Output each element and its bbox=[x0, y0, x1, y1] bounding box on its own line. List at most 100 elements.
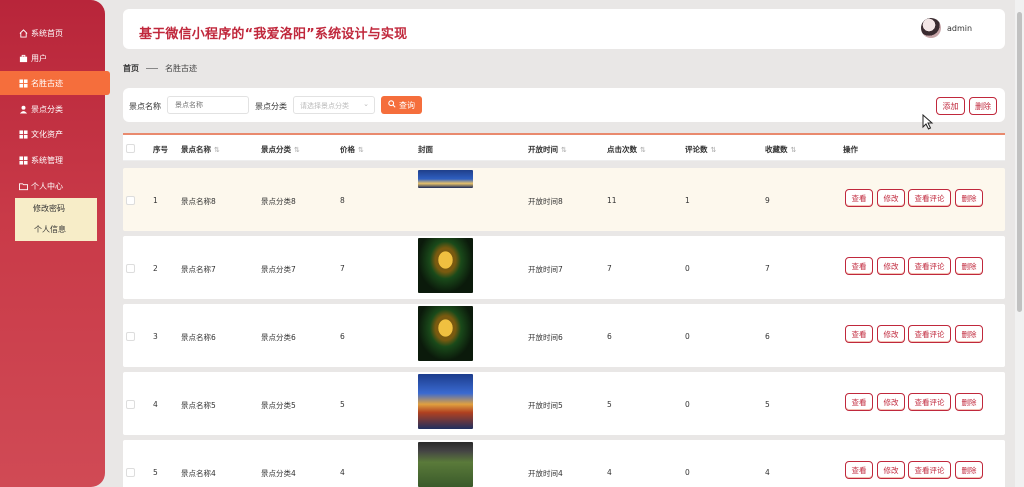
table-row: 1 景点名称8 景点分类8 8 开放时间8 11 1 9 查看 修改 查看评论 … bbox=[123, 168, 1005, 231]
column-header-open-time[interactable]: 开放时间 ⇅ bbox=[528, 144, 567, 155]
sort-icon[interactable]: ⇅ bbox=[358, 146, 364, 154]
cell-name: 景点名称5 bbox=[181, 401, 216, 410]
view-comments-button[interactable]: 查看评论 bbox=[908, 189, 951, 207]
cover-image[interactable] bbox=[418, 170, 473, 188]
name-search-input[interactable] bbox=[167, 96, 249, 114]
sidebar-item-categories[interactable]: 景点分类 bbox=[0, 97, 105, 121]
sidebar-item-label: 系统首页 bbox=[31, 28, 63, 38]
avatar[interactable] bbox=[921, 18, 941, 38]
cover-image[interactable] bbox=[418, 374, 473, 429]
cell-favorites: 4 bbox=[765, 468, 770, 477]
category-filter-label: 景点分类 bbox=[255, 102, 287, 111]
table-header: 序号 景点名称 ⇅ 景点分类 ⇅ 价格 ⇅ 封面 开放时间 ⇅ 点击次数 ⇅ 评论数 ⇅ 收… bbox=[123, 133, 1005, 161]
sidebar-item-home[interactable]: 系统首页 bbox=[0, 21, 105, 45]
username[interactable]: admin bbox=[947, 24, 972, 33]
submenu-item-change-password[interactable]: 修改密码 bbox=[15, 198, 97, 219]
sidebar-item-cultural-assets[interactable]: 文化资产 bbox=[0, 122, 105, 146]
column-header-price[interactable]: 价格 ⇅ bbox=[340, 144, 364, 155]
sort-icon[interactable]: ⇅ bbox=[791, 146, 797, 154]
column-header-category-label: 景点分类 bbox=[261, 145, 291, 154]
cell-price: 5 bbox=[340, 400, 345, 409]
delete-button[interactable]: 删除 bbox=[955, 393, 983, 411]
column-header-clicks-label: 点击次数 bbox=[607, 145, 637, 154]
sidebar: 系统首页 用户 名胜古迹 景点分类 文化资产 系统管理 个人中心 修改密码 个人… bbox=[0, 0, 110, 487]
cell-comments: 0 bbox=[685, 264, 690, 273]
name-filter-label: 景点名称 bbox=[129, 102, 161, 111]
cell-name: 景点名称6 bbox=[181, 333, 216, 342]
cell-index: 2 bbox=[153, 264, 158, 273]
row-checkbox[interactable] bbox=[126, 196, 135, 205]
chevron-down-icon: ⌄ bbox=[363, 100, 369, 108]
sidebar-item-label: 名胜古迹 bbox=[31, 78, 63, 88]
query-button-label: 查询 bbox=[399, 100, 415, 110]
edit-button[interactable]: 修改 bbox=[877, 393, 905, 411]
view-button[interactable]: 查看 bbox=[845, 189, 873, 207]
row-checkbox[interactable] bbox=[126, 264, 135, 273]
row-checkbox[interactable] bbox=[126, 468, 135, 477]
category-select[interactable]: 请选择景点分类 ⌄ bbox=[293, 96, 375, 114]
sidebar-item-personal-center[interactable]: 个人中心 bbox=[0, 174, 105, 198]
sidebar-item-scenic-spots[interactable]: 名胜古迹 bbox=[0, 71, 110, 95]
delete-button[interactable]: 删除 bbox=[955, 257, 983, 275]
cell-comments: 0 bbox=[685, 468, 690, 477]
column-header-name[interactable]: 景点名称 ⇅ bbox=[181, 144, 220, 155]
sidebar-item-users[interactable]: 用户 bbox=[0, 46, 105, 70]
cell-comments: 0 bbox=[685, 332, 690, 341]
column-header-comments[interactable]: 评论数 ⇅ bbox=[685, 144, 716, 155]
home-icon bbox=[18, 28, 28, 38]
row-checkbox[interactable] bbox=[126, 400, 135, 409]
edit-button[interactable]: 修改 bbox=[877, 461, 905, 479]
scrollbar-thumb[interactable] bbox=[1017, 12, 1022, 312]
cell-name: 景点名称8 bbox=[181, 197, 216, 206]
cell-category: 景点分类8 bbox=[261, 197, 296, 206]
page-title: 基于微信小程序的“我爱洛阳”系统设计与实现 bbox=[139, 27, 408, 42]
submenu-item-profile[interactable]: 个人信息 bbox=[15, 219, 97, 240]
column-header-index: 序号 bbox=[153, 145, 168, 154]
query-button[interactable]: 查询 bbox=[381, 96, 422, 114]
view-button[interactable]: 查看 bbox=[845, 461, 873, 479]
cell-category: 景点分类5 bbox=[261, 401, 296, 410]
edit-button[interactable]: 修改 bbox=[877, 325, 905, 343]
view-comments-button[interactable]: 查看评论 bbox=[908, 393, 951, 411]
column-header-clicks[interactable]: 点击次数 ⇅ bbox=[607, 144, 646, 155]
view-button[interactable]: 查看 bbox=[845, 257, 873, 275]
delete-button[interactable]: 删除 bbox=[955, 461, 983, 479]
column-header-favorites[interactable]: 收藏数 ⇅ bbox=[765, 144, 796, 155]
column-header-category[interactable]: 景点分类 ⇅ bbox=[261, 144, 300, 155]
sort-icon[interactable]: ⇅ bbox=[561, 146, 567, 154]
edit-button[interactable]: 修改 bbox=[877, 189, 905, 207]
breadcrumb-current: 名胜古迹 bbox=[165, 64, 197, 73]
delete-button[interactable]: 删除 bbox=[955, 325, 983, 343]
search-icon bbox=[388, 100, 396, 110]
sidebar-item-system-management[interactable]: 系统管理 bbox=[0, 148, 105, 172]
edit-button[interactable]: 修改 bbox=[877, 257, 905, 275]
grid-icon bbox=[18, 155, 28, 165]
delete-button[interactable]: 删除 bbox=[955, 189, 983, 207]
sort-icon[interactable]: ⇅ bbox=[214, 146, 220, 154]
view-comments-button[interactable]: 查看评论 bbox=[908, 325, 951, 343]
cover-image[interactable] bbox=[418, 238, 473, 293]
view-comments-button[interactable]: 查看评论 bbox=[908, 257, 951, 275]
breadcrumb-home[interactable]: 首页 bbox=[123, 63, 139, 74]
cover-image[interactable] bbox=[418, 442, 473, 487]
sort-icon[interactable]: ⇅ bbox=[711, 146, 717, 154]
cell-name: 景点名称4 bbox=[181, 469, 216, 478]
sidebar-item-label: 个人中心 bbox=[31, 181, 63, 191]
batch-delete-button[interactable]: 删除 bbox=[969, 97, 997, 115]
cell-index: 3 bbox=[153, 332, 158, 341]
cell-favorites: 9 bbox=[765, 196, 770, 205]
cover-image[interactable] bbox=[418, 306, 473, 361]
view-button[interactable]: 查看 bbox=[845, 325, 873, 343]
sort-icon[interactable]: ⇅ bbox=[294, 146, 300, 154]
cell-favorites: 5 bbox=[765, 400, 770, 409]
cell-favorites: 6 bbox=[765, 332, 770, 341]
add-button[interactable]: 添加 bbox=[936, 97, 965, 115]
row-checkbox[interactable] bbox=[126, 332, 135, 341]
sort-icon[interactable]: ⇅ bbox=[640, 146, 646, 154]
select-all-checkbox[interactable] bbox=[126, 144, 135, 153]
grid-icon bbox=[18, 78, 28, 88]
view-button[interactable]: 查看 bbox=[845, 393, 873, 411]
column-header-name-label: 景点名称 bbox=[181, 145, 211, 154]
cell-clicks: 5 bbox=[607, 400, 612, 409]
view-comments-button[interactable]: 查看评论 bbox=[908, 461, 951, 479]
